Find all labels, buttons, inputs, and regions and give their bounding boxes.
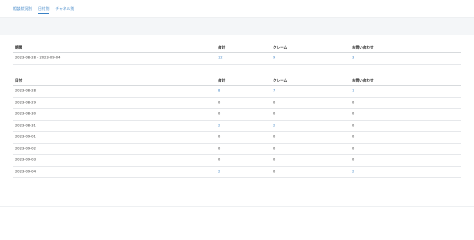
- total-link[interactable]: 2: [218, 169, 220, 174]
- header-period: 期間: [15, 45, 23, 49]
- total-value: 0: [218, 157, 221, 162]
- inquiries-value: 0: [352, 111, 355, 116]
- daily-header-row: 日付 合計 クレーム お問い合わせ: [13, 76, 461, 86]
- claims-link[interactable]: 7: [273, 89, 275, 94]
- table-row: 2023-09-01 0 0 0: [13, 132, 461, 144]
- summary-row: 2023-08-28 - 2023-09-04 12 9 3: [13, 53, 461, 65]
- inquiries-link[interactable]: 2: [352, 169, 354, 174]
- table-row: 2023-08-28 8 7 1: [13, 86, 461, 98]
- inquiries-value: 0: [352, 146, 355, 151]
- date-cell: 2023-08-29: [15, 100, 36, 105]
- table-row: 2023-09-02 0 0 0: [13, 144, 461, 155]
- header-inquiries: お問い合わせ: [352, 78, 374, 82]
- inquiries-link[interactable]: 1: [352, 89, 354, 94]
- date-cell: 2023-09-03: [15, 157, 36, 162]
- summary-table: 期間 合計 クレーム お問い合わせ 2023-08-28 - 2023-09-0…: [13, 43, 461, 65]
- header-date: 日付: [15, 78, 23, 82]
- header-claims: クレーム: [273, 78, 288, 82]
- inquiries-value: 0: [352, 123, 355, 128]
- claims-value: 0: [273, 100, 276, 105]
- header-total: 合計: [218, 78, 226, 82]
- claims-value: 0: [273, 146, 276, 151]
- date-cell: 2023-09-02: [15, 146, 36, 151]
- header-claims: クレーム: [273, 45, 288, 49]
- tab-by-date[interactable]: 日付別: [37, 6, 50, 14]
- filter-area: [0, 18, 474, 35]
- inquiries-value: 0: [352, 157, 355, 162]
- total-value: 0: [218, 100, 221, 105]
- inquiries-link[interactable]: 3: [352, 56, 354, 61]
- table-row: 2023-09-04 2 0 2: [13, 167, 461, 178]
- total-link[interactable]: 8: [218, 89, 220, 94]
- inquiries-value: 0: [352, 134, 355, 139]
- daily-table: 日付 合計 クレーム お問い合わせ 2023-08-28 8 7 1 2023-…: [13, 76, 461, 178]
- claims-link[interactable]: 9: [273, 56, 275, 61]
- total-link[interactable]: 2: [218, 123, 220, 128]
- claims-value: 0: [273, 134, 276, 139]
- total-value: 0: [218, 134, 221, 139]
- date-cell: 2023-08-28: [15, 88, 36, 93]
- header-inquiries: お問い合わせ: [352, 45, 374, 49]
- date-cell: 2023-08-31: [15, 123, 36, 128]
- claims-value: 0: [273, 169, 276, 174]
- total-link[interactable]: 12: [218, 56, 223, 61]
- table-row: 2023-08-31 2 2 0: [13, 121, 461, 132]
- date-cell: 2023-09-04: [15, 169, 36, 174]
- summary-header-row: 期間 合計 クレーム お問い合わせ: [13, 43, 461, 53]
- total-value: 0: [218, 111, 221, 116]
- claims-link[interactable]: 2: [273, 123, 275, 128]
- date-cell: 2023-08-30: [15, 111, 36, 116]
- period-value: 2023-08-28 - 2023-09-04: [15, 55, 61, 60]
- claims-value: 0: [273, 157, 276, 162]
- tab-by-status[interactable]: 相談状況別: [13, 6, 32, 13]
- table-row: 2023-09-03 0 0 0: [13, 155, 461, 167]
- date-cell: 2023-09-01: [15, 134, 36, 139]
- table-row: 2023-08-29 0 0 0: [13, 98, 461, 109]
- claims-value: 0: [273, 111, 276, 116]
- total-value: 0: [218, 146, 221, 151]
- table-row: 2023-08-30 0 0 0: [13, 109, 461, 121]
- inquiries-value: 0: [352, 100, 355, 105]
- header-total: 合計: [218, 45, 226, 49]
- footer-divider: [0, 206, 474, 207]
- tab-by-channel[interactable]: チャネル別: [55, 6, 74, 13]
